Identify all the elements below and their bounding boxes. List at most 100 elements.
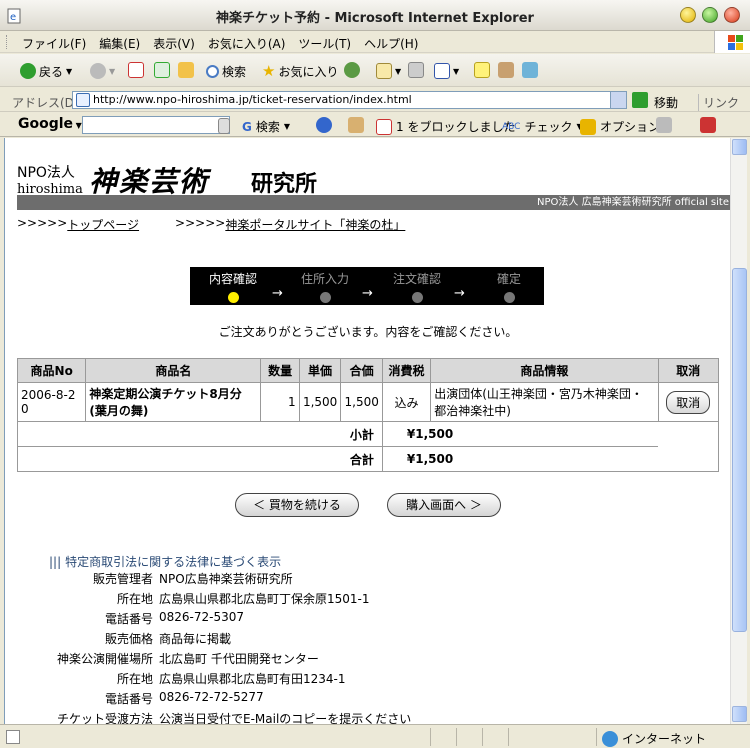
go-button[interactable]: 移動 <box>654 94 678 111</box>
spellcheck-icon: ABC <box>502 121 521 132</box>
item-qty: 1 <box>260 382 300 422</box>
forward-button[interactable]: ▼ <box>90 60 115 82</box>
address-dropdown-button[interactable] <box>610 92 626 108</box>
search-button[interactable]: 検索 <box>206 60 246 82</box>
refresh-icon[interactable] <box>154 62 170 78</box>
empty-cell <box>658 421 720 472</box>
step-arrow: → <box>362 286 373 301</box>
legal-key: 神楽公演開催場所 <box>56 652 153 666</box>
options-button[interactable]: オプション <box>580 118 660 135</box>
thanks-message: ご注文ありがとうございます。内容をご確認ください。 <box>218 325 518 339</box>
cart-table: 商品No 商品名 数量 単価 合価 消費税 商品情報 取消 2006-8-20 … <box>16 358 720 472</box>
forward-arrow-icon <box>90 63 106 79</box>
chevron-down-icon: ▼ <box>109 66 116 76</box>
nav-link-top[interactable]: トップページ <box>67 216 139 233</box>
stop-icon[interactable] <box>128 62 144 78</box>
total-label: 合計 <box>17 446 383 472</box>
google-g-icon: G <box>242 119 252 134</box>
mail-button[interactable]: ▼ <box>376 60 401 82</box>
column-header: 数量 <box>260 358 300 383</box>
menu-item-2[interactable]: 表示(V) <box>153 35 202 52</box>
legal-key: 電話番号 <box>104 612 153 626</box>
news-icon[interactable] <box>348 117 364 133</box>
favorites-label: お気に入り <box>278 64 339 79</box>
standard-toolbar: 戻る ▼ ▼ 検索 ★ お気に入り ▼ ▼ <box>0 54 750 87</box>
step-dot <box>227 292 239 303</box>
globe-icon[interactable] <box>316 117 332 133</box>
legal-key: 販売管理者 <box>92 572 153 586</box>
spell-check-label: チェック <box>524 120 573 134</box>
column-header: 商品No <box>16 358 87 383</box>
item-name: 神楽定期公演チケット8月分(葉月の舞) <box>85 382 262 422</box>
legal-value: 0826-72-72-5277 <box>159 690 264 704</box>
column-header: 商品名 <box>85 358 262 383</box>
close-button[interactable] <box>724 7 740 23</box>
pen-icon[interactable] <box>656 117 672 133</box>
purchase-button[interactable]: 購入画面へ ＞ <box>387 493 501 517</box>
menu-item-3[interactable]: お気に入り(A) <box>208 35 293 52</box>
step-label: 注文確認 <box>392 272 441 286</box>
minimize-button[interactable] <box>680 7 696 23</box>
translate-icon[interactable] <box>700 117 716 133</box>
google-search-label: 検索 <box>255 120 280 134</box>
subtotal-row: 小計 ¥1,500 <box>17 421 720 472</box>
messenger-icon[interactable] <box>522 62 538 78</box>
total-value: ¥1,500 <box>381 446 659 472</box>
scroll-thumb[interactable] <box>732 268 747 632</box>
toolbar-grip[interactable] <box>6 35 9 49</box>
chevron-down-icon: ▼ <box>66 66 73 76</box>
nav-link-portal[interactable]: 神楽ポータルサイト「神楽の杜」 <box>225 216 405 233</box>
go-arrow-icon[interactable] <box>632 92 648 108</box>
page-viewport[interactable]: NPO法人 hiroshima 神楽芸術 研究所 NPO法人 広島神楽芸術研究所… <box>4 138 730 724</box>
site-logo[interactable]: NPO法人 hiroshima <box>17 162 83 197</box>
nav-links: >>>>> トップページ >>>>> 神楽ポータルサイト「神楽の杜」 <box>17 216 405 233</box>
status-bar: インターネット <box>0 724 750 748</box>
menu-item-0[interactable]: ファイル(F) <box>22 35 93 52</box>
links-button[interactable]: リンク <box>698 94 739 111</box>
print-icon[interactable] <box>408 62 424 78</box>
favorites-button[interactable]: ★ お気に入り <box>262 60 338 82</box>
history-icon[interactable] <box>344 62 360 78</box>
spell-check-button[interactable]: ABC チェック ▼ <box>502 118 583 135</box>
google-search-button[interactable]: G 検索 ▼ <box>242 118 290 135</box>
item-info: 出演団体(山王神楽団・宮乃木神楽団・都治神楽社中) <box>430 382 659 422</box>
vertical-scrollbar[interactable] <box>730 138 747 724</box>
item-tax: 込み <box>381 382 432 422</box>
address-label: アドレス(D) <box>12 96 79 110</box>
word-icon <box>434 63 450 79</box>
address-url: http://www.npo-hiroshima.jp/ticket-reser… <box>93 93 412 106</box>
scroll-arrows-icon[interactable] <box>218 118 230 134</box>
home-icon[interactable] <box>178 62 194 78</box>
cancel-button[interactable]: 取消 <box>666 390 711 414</box>
menu-item-5[interactable]: ヘルプ(H) <box>364 35 425 52</box>
google-logo[interactable]: Google ▼ <box>18 116 82 132</box>
subtotal-value: ¥1,500 <box>381 421 659 447</box>
address-input[interactable]: http://www.npo-hiroshima.jp/ticket-reser… <box>72 91 627 109</box>
google-search-input[interactable] <box>82 116 230 134</box>
popup-blocker-button[interactable]: 1 をブロックしました <box>376 118 515 135</box>
status-separator <box>456 728 457 746</box>
research-icon[interactable] <box>498 62 514 78</box>
popup-blocked-label: 1 をブロックしました <box>396 120 516 134</box>
step-dot <box>411 292 423 303</box>
menu-item-4[interactable]: ツール(T) <box>298 35 358 52</box>
continue-shopping-button[interactable]: ＜ 買物を続ける <box>235 493 359 517</box>
chevron-down-icon: ▼ <box>395 66 402 76</box>
brand-bar: NPO法人 広島神楽芸術研究所 official site <box>17 195 730 210</box>
step-address-input: 住所入力 <box>290 270 360 303</box>
legal-key: チケット受渡方法 <box>56 712 153 724</box>
cart-header-row: 商品No 商品名 数量 単価 合価 消費税 商品情報 取消 <box>16 358 720 383</box>
legal-section-title: ||| 特定商取引法に関する法律に基づく表示 <box>49 553 281 570</box>
menu-item-1[interactable]: 編集(E) <box>99 35 147 52</box>
table-row: 2006-8-20 神楽定期公演チケット8月分(葉月の舞) 1 1,500 1,… <box>16 382 720 422</box>
security-zone[interactable]: インターネット <box>602 730 706 747</box>
edit-button[interactable]: ▼ <box>434 60 459 82</box>
back-button[interactable]: 戻る ▼ <box>20 60 72 82</box>
maximize-button[interactable] <box>702 7 718 23</box>
note-icon[interactable] <box>474 62 490 78</box>
status-separator <box>482 728 483 746</box>
title-bar: e 神楽チケット予約 - Microsoft Internet Explorer <box>0 0 750 31</box>
scroll-down-button[interactable] <box>732 706 747 722</box>
scroll-up-button[interactable] <box>732 139 747 155</box>
chevron-down-icon: ▼ <box>283 122 291 131</box>
